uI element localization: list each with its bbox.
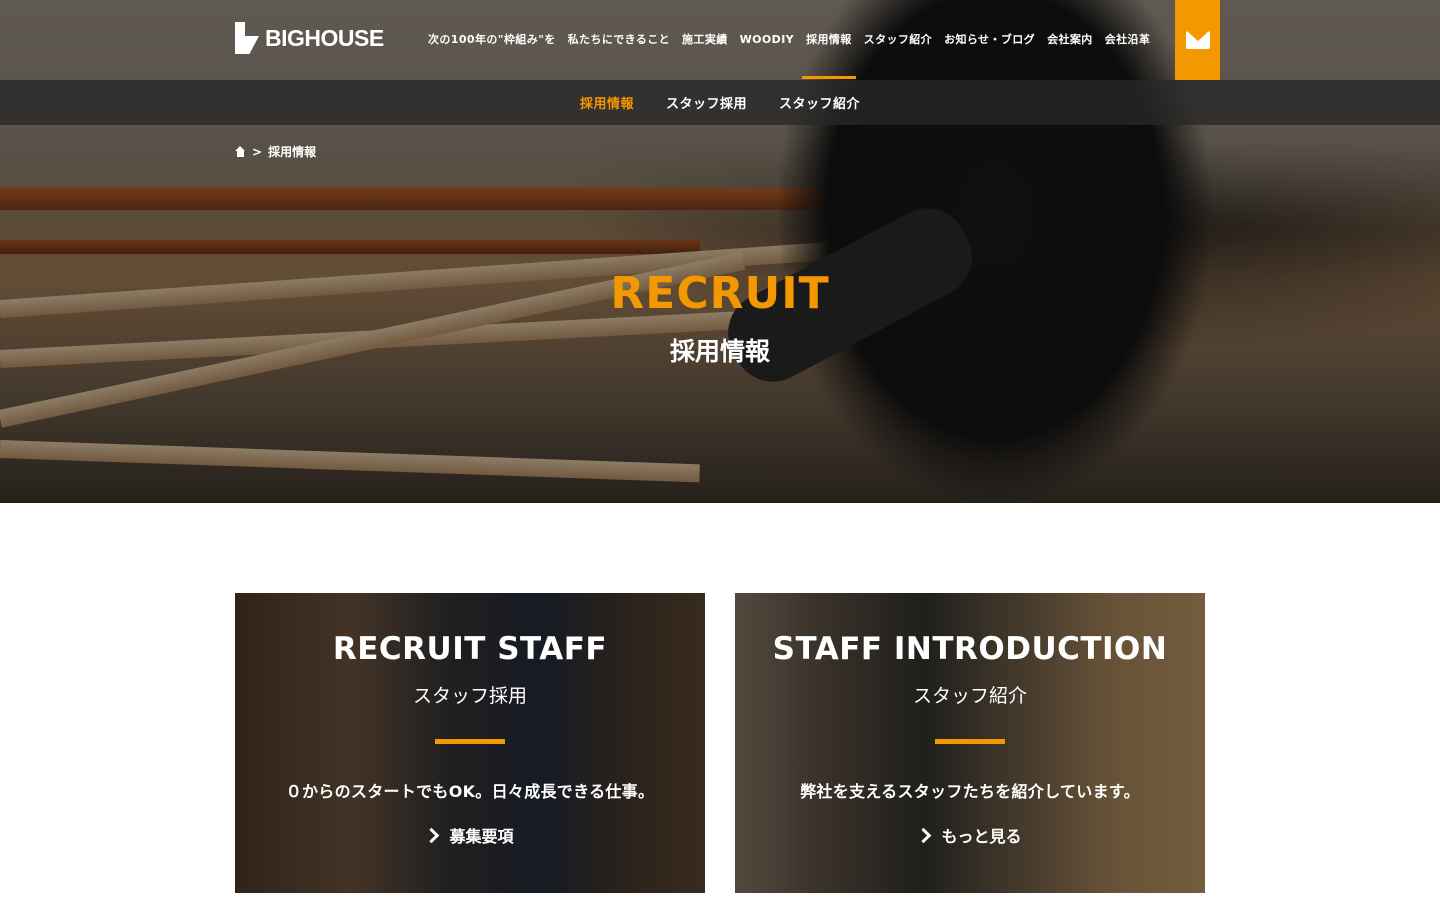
sub-nav: 採用情報 スタッフ採用 スタッフ紹介 [0,80,1440,125]
logo-mark-icon [235,22,259,54]
home-icon[interactable] [235,146,246,157]
nav-item-next-100-years[interactable]: 次の100年の"枠組み"を [422,32,562,48]
card-subtitle: スタッフ採用 [412,685,527,707]
card-accent-bar [935,739,1005,744]
site-header: BIGHOUSE 次の100年の"枠組み"を 私たちにできること 施工実績 WO… [0,0,1440,80]
nav-item-news-blog[interactable]: お知らせ・ブログ [938,32,1041,48]
breadcrumb-separator: > [252,144,263,159]
site-logo[interactable]: BIGHOUSE [235,22,384,54]
recruit-staff-card[interactable]: RECRUIT STAFF スタッフ採用 ０からのスタートでもOK。日々成長でき… [235,593,705,893]
card-title: RECRUIT STAFF [332,631,608,667]
card-title: STAFF INTRODUCTION [772,631,1168,667]
main-nav: 次の100年の"枠組み"を 私たちにできること 施工実績 WOODIY 採用情報… [422,32,1157,79]
card-link[interactable]: 募集要項 [235,823,705,847]
chevron-right-icon [424,827,440,843]
nav-item-company[interactable]: 会社案内 [1041,32,1099,48]
page-subtitle: 採用情報 [669,337,770,366]
nav-item-staff[interactable]: スタッフ紹介 [858,32,938,48]
logo-text: BIGHOUSE [265,24,384,51]
card-subtitle: スタッフ紹介 [912,685,1027,707]
nav-item-recruit[interactable]: 採用情報 [800,32,858,79]
contact-mail-button[interactable] [1175,0,1220,80]
mail-icon [1185,31,1210,49]
subnav-item-staff-recruit[interactable]: スタッフ採用 [666,93,747,112]
breadcrumb: > 採用情報 [235,143,316,160]
page-title: RECRUIT [610,268,830,319]
staff-introduction-card[interactable]: STAFF INTRODUCTION スタッフ紹介 弊社を支えるスタッフたちを紹… [735,593,1205,893]
breadcrumb-current: 採用情報 [268,145,317,159]
card-description: 弊社を支えるスタッフたちを紹介しています。 [800,782,1140,801]
card-accent-bar [435,739,505,744]
subnav-item-staff-intro[interactable]: スタッフ紹介 [779,93,860,112]
subnav-item-recruit[interactable]: 採用情報 [580,93,634,112]
card-link-label: もっと見る [941,827,1022,846]
nav-item-works[interactable]: 施工実績 [676,32,734,48]
card-description: ０からのスタートでもOK。日々成長できる仕事。 [285,782,655,801]
nav-item-woodiy[interactable]: WOODIY [734,32,800,48]
card-link-label: 募集要項 [449,827,514,846]
nav-item-what-we-can-do[interactable]: 私たちにできること [562,32,676,48]
nav-item-history[interactable]: 会社沿革 [1099,32,1157,48]
chevron-right-icon [916,827,932,843]
card-link[interactable]: もっと見る [735,823,1205,847]
